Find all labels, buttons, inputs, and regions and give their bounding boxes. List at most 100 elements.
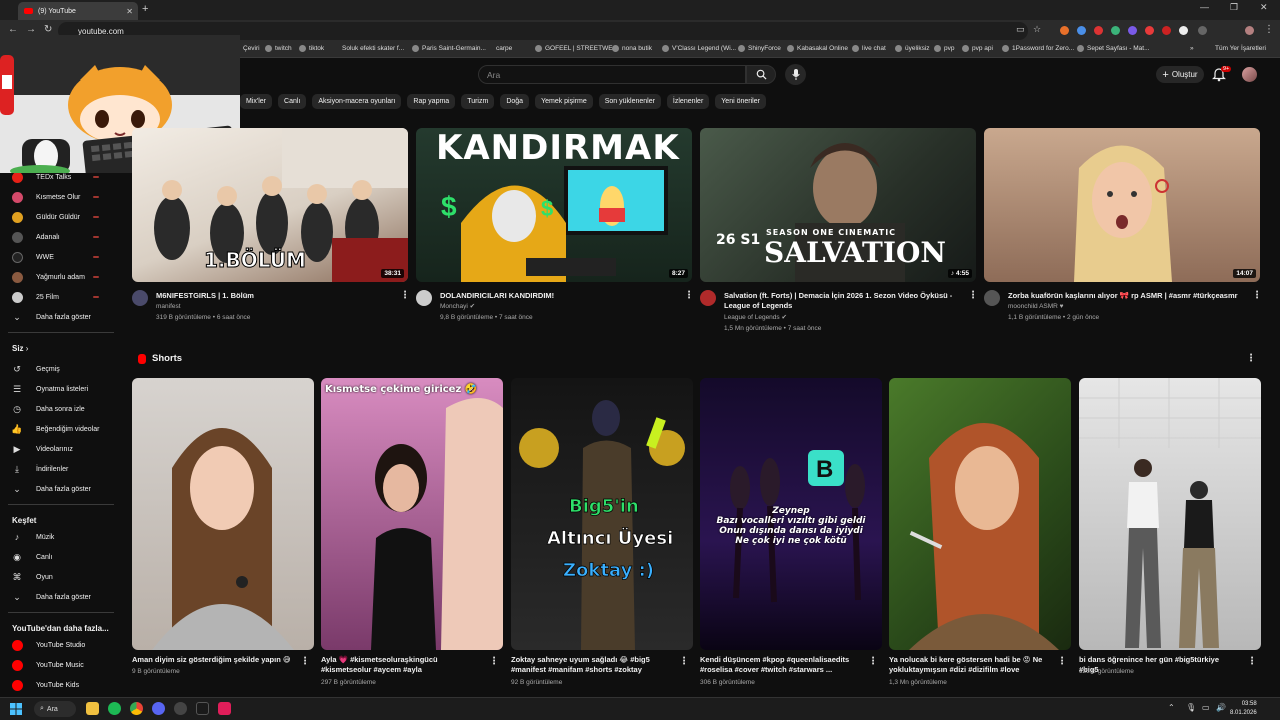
- chip-recently-uploaded[interactable]: Son yüklenenler: [598, 94, 661, 109]
- forward-icon[interactable]: →: [26, 24, 36, 35]
- chip-rap[interactable]: Rap yapma: [407, 94, 456, 109]
- obs-icon[interactable]: [174, 702, 187, 715]
- short-title[interactable]: Kendi düşüncem #kpop #queenlalisaedits #…: [700, 655, 860, 675]
- sidebar-item-youtube-music[interactable]: YouTube Music: [0, 656, 120, 674]
- bookmark-item[interactable]: Paris Saint-Germain...: [412, 45, 486, 52]
- short-title[interactable]: Ya nolucak bi kere göstersen hadi be 😡 N…: [889, 655, 1049, 675]
- channel-name[interactable]: manifest: [156, 302, 181, 312]
- extension-icon[interactable]: [1111, 26, 1120, 35]
- chip-mixes[interactable]: Mix'ler: [240, 94, 273, 109]
- bookmark-item[interactable]: Çeviri: [243, 45, 260, 52]
- spotify-icon[interactable]: [108, 702, 121, 715]
- steam-icon[interactable]: [196, 702, 209, 715]
- chip-action-adventure[interactable]: Aksiyon-macera oyunları: [312, 94, 402, 109]
- bookmark-star-icon[interactable]: ☆: [1033, 24, 1041, 35]
- channel-avatar[interactable]: [132, 290, 148, 306]
- chrome-icon[interactable]: [130, 702, 143, 715]
- short-title[interactable]: Zoktay sahneye uyum sağladı 😂 #big5 #man…: [511, 655, 671, 675]
- taskbar-search-box[interactable]: ⌕ Ara: [34, 701, 76, 717]
- voice-search-button[interactable]: [785, 64, 806, 85]
- bookmark-item[interactable]: üyeliksiz: [895, 45, 930, 52]
- account-avatar[interactable]: [1242, 67, 1257, 82]
- chip-tourism[interactable]: Turizm: [461, 94, 495, 109]
- short-title[interactable]: Ayla 💗 #kismetseoluraşkingücü #kismetseo…: [321, 655, 481, 675]
- sidebar-item-your-videos[interactable]: ▶ Videolarınız: [0, 440, 120, 458]
- video-title[interactable]: DOLANDIRICILARI KANDIRDIM!: [440, 291, 672, 301]
- new-tab-icon[interactable]: +: [142, 3, 148, 15]
- video-thumbnail[interactable]: $ $ KANDIRMAK 8:27: [416, 128, 692, 282]
- sidebar-subscription-item[interactable]: Yağmurlu adam: [0, 268, 120, 286]
- chip-watched[interactable]: İzlenenler: [666, 94, 710, 109]
- extension-icon[interactable]: [1145, 26, 1154, 35]
- sidebar-subscription-item[interactable]: Güldür Güldür: [0, 208, 120, 226]
- bookmark-item[interactable]: Sepet Sayfası - Mat...: [1077, 45, 1150, 52]
- sidebar-item-history[interactable]: ↺ Geçmiş: [0, 360, 120, 378]
- bookmark-item[interactable]: 1Password for Zero...: [1002, 45, 1074, 52]
- extension-icon[interactable]: [1094, 26, 1103, 35]
- more-actions-icon[interactable]: ⋮: [300, 656, 310, 667]
- sidebar-item-live[interactable]: ◉ Canlı: [0, 548, 120, 566]
- bookmark-item[interactable]: ShinyForce: [738, 45, 781, 52]
- sidebar-subscription-item[interactable]: Adanalı: [0, 228, 120, 246]
- show-more-you[interactable]: ⌄ Daha fazla göster: [0, 480, 120, 498]
- video-title[interactable]: Zorba kuaförün kaşlarını alıyor 🎀 rp ASM…: [1008, 291, 1248, 301]
- sidebar-item-playlists[interactable]: ☰ Oynatma listeleri: [0, 380, 120, 398]
- video-thumbnail[interactable]: 26 S1 SEASON ONE CINEMATIC SALVATION ♪ 4…: [700, 128, 976, 282]
- windows-start-icon[interactable]: [10, 703, 22, 715]
- more-bookmarks-icon[interactable]: »: [1190, 45, 1194, 52]
- chip-nature[interactable]: Doğa: [500, 94, 530, 109]
- sidebar-item-youtube-kids[interactable]: YouTube Kids: [0, 676, 120, 694]
- close-window-icon[interactable]: ✕: [1260, 2, 1268, 13]
- bookmark-item[interactable]: carpe: [496, 45, 512, 52]
- chip-new-to-you[interactable]: Yeni öneriler: [715, 94, 766, 109]
- more-actions-icon[interactable]: ⋮: [968, 290, 978, 301]
- extension-icon[interactable]: [1179, 26, 1188, 35]
- short-thumbnail[interactable]: [1079, 378, 1261, 650]
- bookmark-item[interactable]: pvp: [934, 45, 954, 52]
- bookmark-item[interactable]: tiktok: [299, 45, 324, 52]
- channel-avatar[interactable]: [984, 290, 1000, 306]
- bookmark-item[interactable]: pvp api: [962, 45, 993, 52]
- reload-icon[interactable]: ↻: [44, 24, 52, 35]
- video-title[interactable]: M6NIFESTGIRLS | 1. Bölüm: [156, 291, 388, 301]
- search-input[interactable]: Ara: [478, 65, 746, 84]
- show-more-subscriptions[interactable]: ⌄ Daha fazla göster: [0, 308, 120, 326]
- all-bookmarks-folder[interactable]: Tüm Yer İşaretleri: [1215, 45, 1266, 52]
- close-tab-icon[interactable]: ✕: [126, 7, 133, 16]
- volume-icon[interactable]: 🔊: [1216, 703, 1226, 712]
- channel-avatar[interactable]: [700, 290, 716, 306]
- show-more-explore[interactable]: ⌄ Daha fazla göster: [0, 588, 120, 606]
- profile-avatar[interactable]: [1245, 26, 1254, 35]
- more-actions-icon[interactable]: ⋮: [1247, 656, 1257, 667]
- short-thumbnail[interactable]: Kısmetse çekime giricez 🤣: [321, 378, 503, 650]
- back-icon[interactable]: ←: [8, 24, 18, 35]
- bookmark-item[interactable]: nona butik: [612, 45, 652, 52]
- chip-live[interactable]: Canlı: [278, 94, 307, 109]
- extension-icon[interactable]: [1162, 26, 1171, 35]
- more-actions-icon[interactable]: ⋮: [684, 290, 694, 301]
- you-section-heading[interactable]: Siz ›: [12, 344, 28, 353]
- more-actions-icon[interactable]: ⋮: [868, 656, 878, 667]
- sidebar-subscription-item[interactable]: WWE: [0, 248, 120, 266]
- minimize-icon[interactable]: —: [1200, 2, 1209, 12]
- bookmark-item[interactable]: twitch: [265, 45, 292, 52]
- sidebar-subscription-item[interactable]: 25 Film: [0, 288, 120, 306]
- sidebar-item-music[interactable]: ♪ Müzik: [0, 528, 120, 546]
- short-thumbnail[interactable]: [132, 378, 314, 650]
- video-title[interactable]: Salvation (ft. Forts) | Demacia İçin 202…: [724, 291, 960, 311]
- short-thumbnail[interactable]: [889, 378, 1071, 650]
- bookmark-item[interactable]: live chat: [852, 45, 886, 52]
- channel-name[interactable]: Monchayi ✔: [440, 302, 475, 312]
- more-actions-icon[interactable]: ⋮: [1057, 656, 1067, 667]
- sidebar-subscription-item[interactable]: Kısmetse Olur: [0, 188, 120, 206]
- more-actions-icon[interactable]: ⋮: [679, 656, 689, 667]
- shorts-more-icon[interactable]: ⋮: [1246, 353, 1256, 364]
- extension-icon[interactable]: [1077, 26, 1086, 35]
- bookmark-item[interactable]: Kabasakal Online: [787, 45, 848, 52]
- browser-tab-youtube[interactable]: (9) YouTube ✕: [18, 2, 138, 20]
- app-icon[interactable]: [218, 702, 231, 715]
- chip-cooking[interactable]: Yemek pişirme: [535, 94, 593, 109]
- channel-name[interactable]: League of Legends ✔: [724, 313, 787, 323]
- taskbar-clock[interactable]: 03:58 8.01.2026: [1230, 700, 1257, 718]
- cast-icon[interactable]: ▭: [1016, 24, 1025, 35]
